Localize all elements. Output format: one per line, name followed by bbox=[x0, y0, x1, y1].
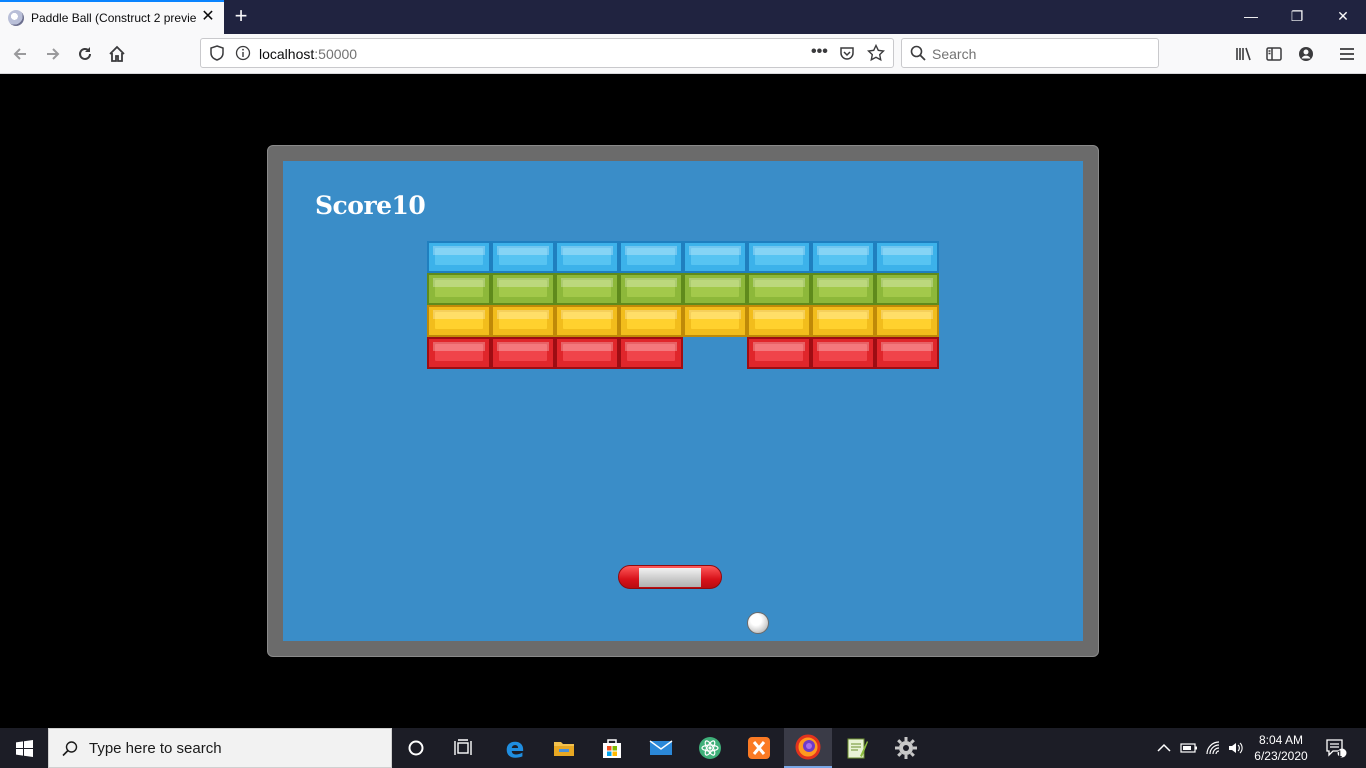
search-icon bbox=[910, 45, 926, 66]
atom-editor-icon[interactable] bbox=[686, 728, 734, 768]
close-window-icon[interactable]: ✕ bbox=[1320, 0, 1366, 34]
paddle[interactable] bbox=[618, 565, 722, 589]
edge-browser-icon[interactable]: e bbox=[491, 728, 539, 768]
construct-favicon-icon bbox=[8, 10, 24, 26]
back-icon[interactable] bbox=[5, 39, 35, 69]
home-icon[interactable] bbox=[102, 39, 132, 69]
battery-icon[interactable] bbox=[1178, 728, 1200, 768]
search-bar[interactable]: Search bbox=[901, 38, 1159, 68]
brick-green bbox=[491, 273, 555, 305]
brick-yellow bbox=[683, 305, 747, 337]
brick-yellow bbox=[875, 305, 939, 337]
brick-red bbox=[747, 337, 811, 369]
show-hidden-icons-icon[interactable] bbox=[1154, 728, 1174, 768]
url-text[interactable]: localhost:50000 bbox=[259, 46, 357, 62]
brick-blue bbox=[683, 241, 747, 273]
page-actions-icon[interactable]: ••• bbox=[811, 43, 828, 61]
score-display: Score10 bbox=[315, 191, 426, 220]
network-icon[interactable] bbox=[1203, 728, 1225, 768]
minimize-icon[interactable]: — bbox=[1228, 0, 1274, 34]
notification-count: 1 bbox=[1337, 749, 1343, 759]
microsoft-store-icon[interactable] bbox=[588, 728, 636, 768]
brick-green bbox=[683, 273, 747, 305]
brick-blue bbox=[747, 241, 811, 273]
clock-date: 6/23/2020 bbox=[1254, 749, 1308, 763]
brick-green bbox=[427, 273, 491, 305]
cortana-icon[interactable] bbox=[392, 728, 440, 768]
volume-icon[interactable] bbox=[1226, 728, 1246, 768]
brick-yellow bbox=[555, 305, 619, 337]
ball bbox=[747, 612, 769, 634]
brick-green bbox=[555, 273, 619, 305]
xampp-icon[interactable] bbox=[735, 728, 783, 768]
windows-taskbar: Type here to search e 8:04 AM 6/23/2020 … bbox=[0, 728, 1366, 768]
system-clock[interactable]: 8:04 AM 6/23/2020 bbox=[1246, 732, 1316, 764]
notepad-plus-plus-icon[interactable] bbox=[833, 728, 881, 768]
brick-red bbox=[491, 337, 555, 369]
brick-blue bbox=[619, 241, 683, 273]
score-label: Score bbox=[315, 191, 392, 220]
mail-icon[interactable] bbox=[637, 728, 685, 768]
sidebar-icon[interactable] bbox=[1259, 39, 1289, 69]
brick-red bbox=[555, 337, 619, 369]
taskbar-search-box[interactable]: Type here to search bbox=[48, 728, 392, 768]
taskbar-search-placeholder: Type here to search bbox=[89, 740, 222, 757]
brick-green bbox=[619, 273, 683, 305]
brick-green bbox=[747, 273, 811, 305]
menu-icon[interactable] bbox=[1332, 39, 1362, 69]
close-tab-icon[interactable]: ✕ bbox=[200, 9, 216, 25]
brick-blue bbox=[811, 241, 875, 273]
forward-icon[interactable] bbox=[38, 39, 68, 69]
search-placeholder: Search bbox=[932, 46, 977, 62]
brick-green bbox=[875, 273, 939, 305]
action-center-icon[interactable]: 1 bbox=[1322, 728, 1350, 768]
tab-paddle-ball[interactable]: Paddle Ball (Construct 2 previe ✕ bbox=[0, 0, 224, 34]
brick-red bbox=[427, 337, 491, 369]
task-view-icon[interactable] bbox=[440, 728, 488, 768]
settings-gear-icon[interactable] bbox=[882, 728, 930, 768]
clock-time: 8:04 AM bbox=[1258, 733, 1304, 747]
tab-title: Paddle Ball (Construct 2 previe bbox=[31, 11, 196, 25]
file-explorer-icon[interactable] bbox=[540, 728, 588, 768]
score-value: 10 bbox=[391, 191, 426, 220]
url-host: localhost bbox=[259, 46, 315, 62]
firefox-icon[interactable] bbox=[784, 728, 832, 768]
library-icon[interactable] bbox=[1228, 39, 1258, 69]
brick-yellow bbox=[491, 305, 555, 337]
tracking-shield-icon[interactable] bbox=[209, 45, 225, 66]
brick-blue bbox=[875, 241, 939, 273]
brick-red bbox=[619, 337, 683, 369]
reload-icon[interactable] bbox=[70, 39, 100, 69]
brick-blue bbox=[491, 241, 555, 273]
brick-red bbox=[811, 337, 875, 369]
new-tab-icon[interactable]: + bbox=[228, 4, 254, 30]
navigation-toolbar: localhost:50000 ••• Search bbox=[0, 34, 1366, 74]
brick-yellow bbox=[811, 305, 875, 337]
brick-blue bbox=[427, 241, 491, 273]
brick-yellow bbox=[747, 305, 811, 337]
restore-icon[interactable]: ❐ bbox=[1274, 0, 1320, 34]
taskbar-search-icon bbox=[61, 740, 79, 763]
account-icon[interactable] bbox=[1291, 39, 1321, 69]
brick-green bbox=[811, 273, 875, 305]
pocket-icon[interactable] bbox=[839, 45, 855, 66]
brick-yellow bbox=[619, 305, 683, 337]
browser-tab-bar: Paddle Ball (Construct 2 previe ✕ + — ❐ … bbox=[0, 0, 1366, 34]
site-info-icon[interactable] bbox=[235, 45, 251, 66]
bookmark-star-icon[interactable] bbox=[866, 43, 886, 67]
address-bar[interactable]: localhost:50000 ••• bbox=[200, 38, 894, 68]
windows-start-icon[interactable] bbox=[0, 728, 48, 768]
brick-blue bbox=[555, 241, 619, 273]
brick-red bbox=[875, 337, 939, 369]
url-port: :50000 bbox=[314, 46, 358, 62]
brick-yellow bbox=[427, 305, 491, 337]
paddle-center bbox=[639, 568, 701, 587]
